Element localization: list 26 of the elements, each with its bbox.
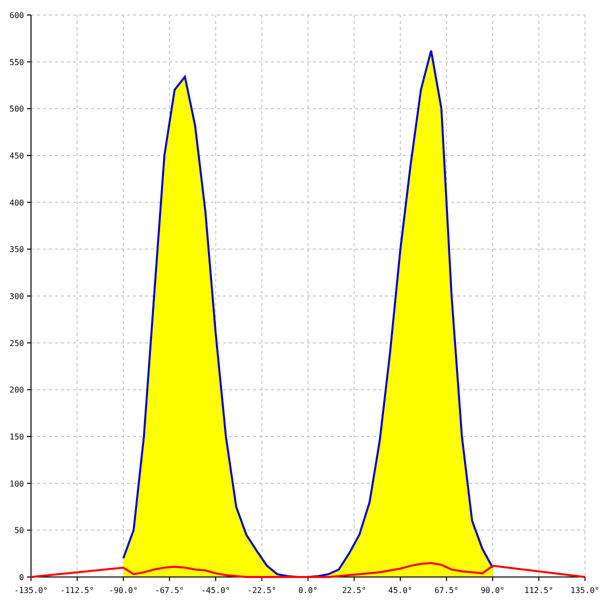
- axis-label: 250: [10, 338, 24, 348]
- axis-label: 550: [10, 58, 24, 67]
- axis-label: 200: [10, 386, 24, 395]
- axis-label: -112.5°: [60, 586, 94, 595]
- axis-label: 135.0°: [570, 586, 600, 595]
- axis-label: 0: [19, 573, 24, 582]
- axis-label: -135.0°: [14, 586, 48, 595]
- axis-label: 45.0°: [388, 586, 412, 595]
- axis-label: 450: [10, 152, 24, 160]
- axis-label: 500: [10, 104, 24, 114]
- axis-label: -67.5°: [155, 586, 184, 595]
- axis-label: -90.0°: [108, 586, 138, 595]
- axis-label: 112.5°: [524, 586, 554, 595]
- axis-label: 50: [14, 526, 24, 536]
- axis-label: 600: [10, 11, 24, 20]
- axis-label: 300: [10, 292, 24, 301]
- axis-label: 67.5°: [434, 586, 459, 595]
- axis-label: 22.5°: [342, 586, 366, 595]
- axis-label: -45.0°: [201, 586, 230, 595]
- axis-label: 350: [10, 245, 24, 254]
- axis-label: 0.0°: [298, 586, 318, 595]
- axis-label: 150: [10, 432, 24, 442]
- axis-label: 90.0°: [480, 586, 505, 595]
- axis-label: -22.5°: [247, 586, 276, 595]
- axis-label: 400: [10, 198, 24, 208]
- axis-label: 100: [10, 479, 24, 488]
